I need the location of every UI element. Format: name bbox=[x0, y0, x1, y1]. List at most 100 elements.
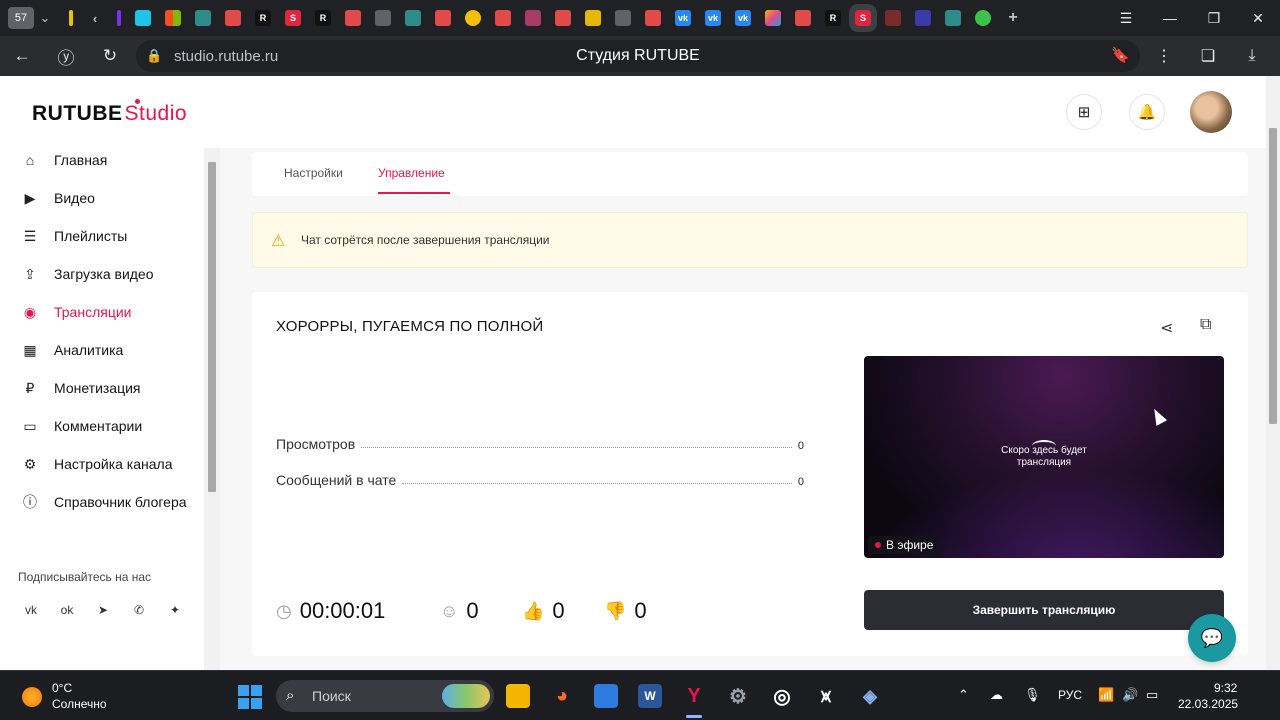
tab-favicon[interactable] bbox=[945, 10, 961, 26]
avatar[interactable] bbox=[1190, 91, 1232, 133]
tab-favicon[interactable] bbox=[975, 10, 991, 26]
tab-favicon[interactable] bbox=[525, 10, 541, 26]
tray-chevron-icon[interactable]: ⌃ bbox=[958, 687, 969, 703]
tab-favicon[interactable] bbox=[495, 10, 511, 26]
tab-favicon[interactable] bbox=[645, 10, 661, 26]
battery-icon[interactable]: ▭ bbox=[1146, 687, 1158, 703]
minimize-icon[interactable]: — bbox=[1148, 0, 1192, 36]
sidebar-item-upload[interactable]: ⇪ Загрузка видео bbox=[20, 260, 153, 288]
sidebar-item-monetization[interactable]: ₽ Монетизация bbox=[20, 374, 141, 402]
new-tab-plus-icon[interactable]: + bbox=[1005, 9, 1021, 26]
tab-favicon[interactable] bbox=[585, 10, 601, 26]
url-text[interactable]: studio.rutube.ru bbox=[174, 48, 278, 65]
back-tab-icon[interactable]: ‹ bbox=[87, 10, 103, 26]
yandex-icon[interactable]: ⓨ bbox=[44, 36, 88, 76]
odnoklassniki-icon[interactable]: ok bbox=[54, 597, 80, 623]
reload-icon[interactable]: ↻ bbox=[88, 36, 132, 76]
clock-time[interactable]: 9:32 bbox=[1214, 681, 1237, 695]
tab-favicon[interactable] bbox=[165, 10, 181, 26]
tab-favicon[interactable]: vk bbox=[675, 10, 691, 26]
onedrive-icon[interactable]: ☁ bbox=[990, 687, 1003, 703]
sidebar-item-blogger-guide[interactable]: ⓘ Справочник блогера bbox=[20, 488, 187, 516]
tab-favicon[interactable] bbox=[435, 10, 451, 26]
page-scrollbar[interactable] bbox=[1266, 76, 1280, 670]
sidebar-item-analytics[interactable]: ▦ Аналитика bbox=[20, 336, 123, 364]
tab-counter[interactable]: 57 bbox=[8, 7, 34, 29]
close-icon[interactable]: ✕ bbox=[1236, 0, 1280, 36]
wifi-icon[interactable]: 📶 bbox=[1098, 687, 1114, 703]
sidebar-item-comments[interactable]: ▭ Комментарии bbox=[20, 412, 142, 440]
tab-favicon[interactable] bbox=[135, 10, 151, 26]
back-arrow-icon[interactable]: ← bbox=[0, 36, 44, 76]
collections-icon[interactable]: ❏ bbox=[1186, 36, 1230, 76]
file-explorer-icon[interactable] bbox=[506, 684, 530, 708]
music-app-icon[interactable]: ◕ bbox=[550, 684, 574, 708]
omnibox[interactable]: 🔒 studio.rutube.ru Студия RUTUBE 🔖 bbox=[136, 40, 1140, 72]
tab-favicon[interactable] bbox=[615, 10, 631, 26]
sidebar-item-home[interactable]: ⌂ Главная bbox=[20, 146, 108, 174]
word-icon[interactable]: W bbox=[638, 684, 662, 708]
tab-favicon[interactable] bbox=[69, 10, 73, 26]
restore-icon[interactable]: ❐ bbox=[1192, 0, 1236, 36]
volume-icon[interactable]: 🔊 bbox=[1122, 687, 1138, 703]
dzen-icon[interactable]: ✦ bbox=[162, 597, 188, 623]
weather-description[interactable]: Солнечно bbox=[52, 697, 107, 711]
sidebar-item-channel-settings[interactable]: ⚙ Настройка канала bbox=[20, 450, 173, 478]
add-content-button[interactable]: ⊞ bbox=[1066, 94, 1102, 130]
support-chat-button[interactable]: 💬 bbox=[1188, 614, 1236, 662]
sidebar-item-video[interactable]: ▶ Видео bbox=[20, 184, 95, 212]
tab-favicon[interactable]: R bbox=[315, 10, 331, 26]
tab-favicon[interactable] bbox=[225, 10, 241, 26]
vk-icon[interactable]: vk bbox=[18, 597, 44, 623]
page-scrollbar-thumb[interactable] bbox=[1269, 128, 1277, 424]
microphone-icon[interactable]: 🎙 bbox=[1024, 687, 1041, 703]
tab-favicon[interactable]: R bbox=[825, 10, 841, 26]
obs-icon[interactable]: ◎ bbox=[770, 684, 794, 708]
active-tab-favicon[interactable]: S bbox=[849, 4, 877, 32]
settings-gear-icon[interactable]: ⚙ bbox=[726, 684, 750, 708]
bookmark-icon[interactable]: 🔖 bbox=[1111, 46, 1130, 64]
tab-favicon[interactable] bbox=[885, 10, 901, 26]
share-icon[interactable]: ⋖ bbox=[1160, 318, 1173, 338]
download-icon[interactable]: ⤓ bbox=[1230, 36, 1274, 76]
tab-favicon[interactable]: vk bbox=[705, 10, 721, 26]
clock-date[interactable]: 22.03.2025 bbox=[1178, 697, 1238, 711]
tab-favicon[interactable] bbox=[195, 10, 211, 26]
tab-favicon[interactable]: R bbox=[255, 10, 271, 26]
tab-favicon[interactable] bbox=[465, 10, 481, 26]
tab-favicon[interactable] bbox=[795, 10, 811, 26]
stream-preview-player[interactable]: Скоро здесь будет трансляция В эфире bbox=[864, 356, 1224, 558]
more-vertical-icon[interactable]: ⋮ bbox=[1142, 36, 1186, 76]
sidebar-scrollbar-thumb[interactable] bbox=[208, 162, 216, 492]
menu-icon[interactable]: ☰ bbox=[1104, 0, 1148, 36]
tab-settings[interactable]: Настройки bbox=[284, 166, 343, 180]
tab-favicon[interactable] bbox=[765, 10, 781, 26]
sun-icon[interactable] bbox=[22, 687, 42, 707]
tab-favicon[interactable]: vk bbox=[735, 10, 751, 26]
taskbar-search[interactable]: ⌕ Поиск bbox=[276, 680, 494, 712]
viber-icon[interactable]: ✆ bbox=[126, 597, 152, 623]
weather-temperature[interactable]: 0°C bbox=[52, 681, 72, 695]
tab-favicon[interactable] bbox=[345, 10, 361, 26]
language-indicator[interactable]: РУС bbox=[1058, 688, 1082, 702]
photos-icon[interactable] bbox=[594, 684, 618, 708]
tab-favicon[interactable]: S bbox=[285, 10, 301, 26]
game-app-icon[interactable]: ◈ bbox=[858, 684, 882, 708]
rutube-studio-logo[interactable]: RUTUBEStudio bbox=[32, 99, 187, 126]
yandex-browser-icon[interactable]: Y bbox=[682, 684, 706, 708]
tab-favicon[interactable] bbox=[915, 10, 931, 26]
windows-start-icon[interactable] bbox=[238, 685, 262, 709]
app-icon[interactable]: ⩙ bbox=[814, 684, 838, 708]
tab-list-chevron-icon[interactable]: ⌄ bbox=[34, 10, 56, 26]
sidebar-item-playlists[interactable]: ☰ Плейлисты bbox=[20, 222, 128, 250]
tab-favicon[interactable] bbox=[405, 10, 421, 26]
tab-favicon[interactable] bbox=[117, 10, 121, 26]
end-stream-button[interactable]: Завершить трансляцию bbox=[864, 590, 1224, 630]
notifications-button[interactable]: 🔔 bbox=[1129, 94, 1165, 130]
sidebar-item-streams[interactable]: ◉ Трансляции bbox=[20, 298, 132, 326]
telegram-icon[interactable]: ➤ bbox=[90, 597, 116, 623]
tab-favicon[interactable] bbox=[375, 10, 391, 26]
tab-management[interactable]: Управление bbox=[378, 166, 445, 180]
sidebar-scrollbar[interactable] bbox=[204, 148, 220, 670]
tab-favicon[interactable] bbox=[555, 10, 571, 26]
